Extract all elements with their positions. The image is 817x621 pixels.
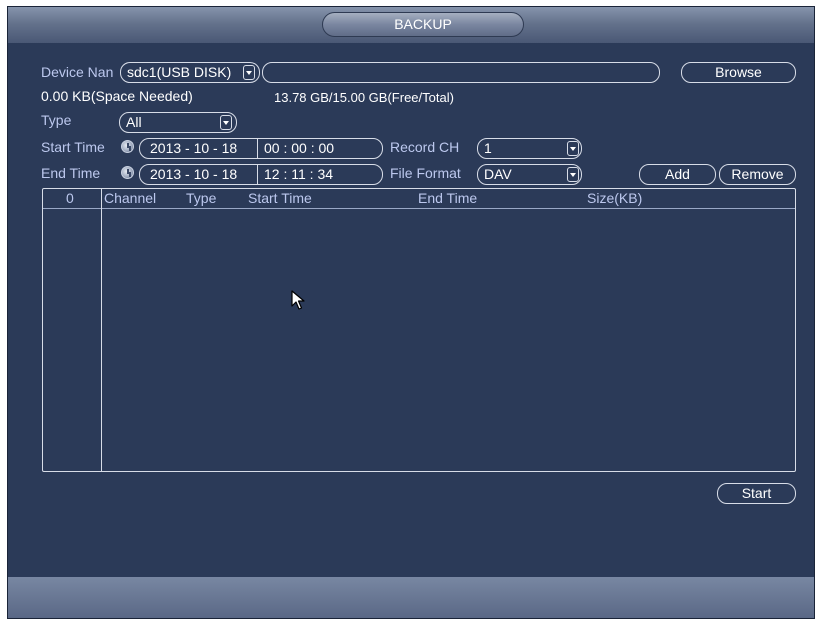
free-total-text: 13.78 GB/15.00 GB(Free/Total) — [274, 90, 454, 105]
field-divider — [257, 165, 258, 184]
device-path-field[interactable] — [262, 62, 660, 83]
file-count: 0 — [66, 190, 74, 206]
clock-icon[interactable] — [121, 166, 134, 179]
chevron-down-icon — [567, 167, 579, 182]
header-divider — [43, 208, 795, 209]
end-time-label: End Time — [41, 165, 101, 181]
end-time-field[interactable]: 2013 - 10 - 18 12 : 11 : 34 — [139, 164, 383, 185]
clock-icon[interactable] — [121, 140, 134, 153]
start-time-label: Start Time — [41, 139, 105, 155]
device-select[interactable]: sdc1(USB DISK) — [120, 62, 260, 83]
chevron-down-icon — [220, 115, 232, 130]
record-ch-select[interactable]: 1 — [477, 138, 582, 159]
browse-button[interactable]: Browse — [681, 62, 796, 83]
record-ch-label: Record CH — [390, 139, 460, 155]
type-select-value: All — [126, 114, 142, 130]
space-needed-text: 0.00 KB(Space Needed) — [41, 88, 193, 104]
device-select-value: sdc1(USB DISK) — [127, 64, 232, 80]
window-title: BACKUP — [322, 12, 524, 37]
field-divider — [257, 139, 258, 158]
column-header-size[interactable]: Size(KB) — [587, 190, 642, 206]
add-button[interactable]: Add — [639, 164, 716, 185]
end-clock-value[interactable]: 12 : 11 : 34 — [264, 165, 333, 184]
footer-bar — [8, 577, 814, 618]
column-header-channel[interactable]: Channel — [104, 190, 156, 206]
backup-file-list[interactable]: 0 Channel Type Start Time End Time Size(… — [42, 188, 796, 472]
column-header-type[interactable]: Type — [186, 190, 216, 206]
remove-button[interactable]: Remove — [719, 164, 796, 185]
column-header-end-time[interactable]: End Time — [418, 190, 477, 206]
chevron-down-icon — [243, 65, 255, 80]
start-button[interactable]: Start — [717, 483, 796, 504]
column-divider — [101, 189, 102, 471]
start-time-field[interactable]: 2013 - 10 - 18 00 : 00 : 00 — [139, 138, 383, 159]
column-header-start-time[interactable]: Start Time — [248, 190, 312, 206]
start-date-value[interactable]: 2013 - 10 - 18 — [150, 139, 237, 158]
device-name-label: Device Nan — [41, 64, 114, 80]
file-format-value: DAV — [484, 166, 512, 182]
chevron-down-icon — [567, 141, 579, 156]
backup-window: BACKUP Device Nan sdc1(USB DISK) Browse … — [7, 6, 815, 619]
record-ch-value: 1 — [484, 140, 492, 156]
mouse-cursor-icon — [291, 290, 305, 310]
type-label: Type — [41, 112, 72, 128]
title-bar: BACKUP — [8, 7, 814, 43]
type-select[interactable]: All — [119, 112, 237, 133]
file-format-select[interactable]: DAV — [477, 164, 582, 185]
file-format-label: File Format — [390, 165, 461, 181]
end-date-value[interactable]: 2013 - 10 - 18 — [150, 165, 237, 184]
start-clock-value[interactable]: 00 : 00 : 00 — [264, 139, 334, 158]
